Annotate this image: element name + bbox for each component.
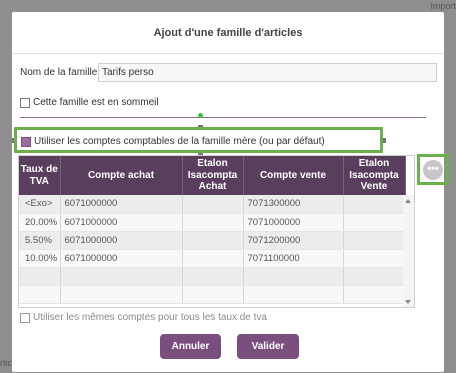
purchase-account-cell[interactable]	[60, 267, 183, 286]
column-header-sales-account[interactable]: Compte vente	[243, 156, 344, 195]
background-text: Import	[430, 1, 456, 11]
purchase-account-cell[interactable]: 6071000000	[60, 195, 183, 214]
sales-account-cell[interactable]: 7071000000	[243, 213, 344, 232]
table-row[interactable]: 10.00% 6071000000 7071100000	[19, 249, 406, 268]
cancel-button[interactable]: Annuler	[160, 334, 221, 359]
sleep-checkbox-row[interactable]: Cette famille est en sommeil	[20, 97, 159, 108]
table-row[interactable]	[19, 285, 406, 304]
purchase-account-cell[interactable]: 6071000000	[60, 249, 183, 268]
accounts-table: Taux de TVA Compte achat Etalon Isacompt…	[18, 155, 415, 308]
sleep-label: Cette famille est en sommeil	[33, 97, 159, 108]
purchase-account-cell[interactable]: 6071000000	[60, 231, 183, 250]
sleep-checkbox[interactable]	[20, 97, 30, 108]
tva-rate-cell[interactable]	[19, 267, 61, 286]
purchase-standard-cell[interactable]	[182, 231, 244, 250]
purchase-standard-cell[interactable]	[182, 267, 244, 286]
scroll-up-icon[interactable]	[405, 199, 411, 203]
dialog-title: Ajout d'une famille d'articles	[12, 12, 444, 54]
purchase-standard-cell[interactable]	[182, 195, 244, 214]
parent-accounts-checkbox[interactable]	[21, 136, 31, 147]
more-options-icon[interactable]: •••	[423, 159, 443, 180]
sales-standard-cell[interactable]	[343, 213, 406, 232]
table-row[interactable]: <Exo> 6071000000 7071300000	[19, 195, 406, 214]
table-row[interactable]	[19, 267, 406, 286]
sales-account-cell[interactable]: 7071200000	[243, 231, 344, 250]
tva-rate-cell[interactable]: <Exo>	[19, 195, 61, 214]
same-accounts-checkbox-row[interactable]: Utiliser les mêmes comptes pour tous les…	[20, 312, 267, 323]
more-button-highlight: •••	[417, 154, 449, 185]
sales-standard-cell[interactable]	[343, 267, 406, 286]
family-name-input[interactable]	[98, 63, 437, 82]
separator	[20, 117, 426, 118]
parent-accounts-label: Utiliser les comptes comptables de la fa…	[34, 136, 325, 147]
purchase-standard-cell[interactable]	[182, 285, 244, 304]
sales-standard-cell[interactable]	[343, 249, 406, 268]
table-row[interactable]: 5.50% 6071000000 7071200000	[19, 231, 406, 250]
sales-account-cell[interactable]: 7071300000	[243, 195, 344, 214]
sales-account-cell[interactable]	[243, 285, 344, 304]
sales-account-cell[interactable]: 7071100000	[243, 249, 344, 268]
sales-standard-cell[interactable]	[343, 195, 406, 214]
tva-rate-cell[interactable]: 20.00%	[19, 213, 61, 232]
purchase-account-cell[interactable]	[60, 285, 183, 304]
add-family-dialog: Ajout d'une famille d'articles Nom de la…	[12, 12, 449, 372]
family-name-label: Nom de la famille	[20, 67, 98, 78]
table-scrollbar[interactable]	[403, 195, 414, 307]
column-header-tva[interactable]: Taux de TVA	[19, 156, 61, 195]
tva-rate-cell[interactable]: 10.00%	[19, 249, 61, 268]
column-header-purchase-standard[interactable]: Etalon Isacompta Achat	[182, 156, 244, 195]
family-name-row: Nom de la famille	[20, 63, 437, 82]
tva-rate-cell[interactable]: 5.50%	[19, 231, 61, 250]
column-header-sales-standard[interactable]: Etalon Isacompta Vente	[343, 156, 406, 195]
same-accounts-label: Utiliser les mêmes comptes pour tous les…	[33, 312, 267, 323]
scroll-down-icon[interactable]	[405, 300, 411, 304]
background-text: rtic	[0, 358, 12, 368]
purchase-standard-cell[interactable]	[182, 213, 244, 232]
parent-accounts-checkbox-row[interactable]: Utiliser les comptes comptables de la fa…	[21, 136, 325, 147]
tva-rate-cell[interactable]	[19, 285, 61, 304]
sales-standard-cell[interactable]	[343, 231, 406, 250]
resize-handle[interactable]	[198, 113, 203, 118]
validate-button[interactable]: Valider	[237, 334, 299, 359]
purchase-account-cell[interactable]: 6071000000	[60, 213, 183, 232]
purchase-standard-cell[interactable]	[182, 249, 244, 268]
same-accounts-checkbox[interactable]	[20, 312, 30, 323]
column-header-purchase-account[interactable]: Compte achat	[60, 156, 183, 195]
sales-standard-cell[interactable]	[343, 285, 406, 304]
sales-account-cell[interactable]	[243, 267, 344, 286]
table-row[interactable]: 20.00% 6071000000 7071000000	[19, 213, 406, 232]
